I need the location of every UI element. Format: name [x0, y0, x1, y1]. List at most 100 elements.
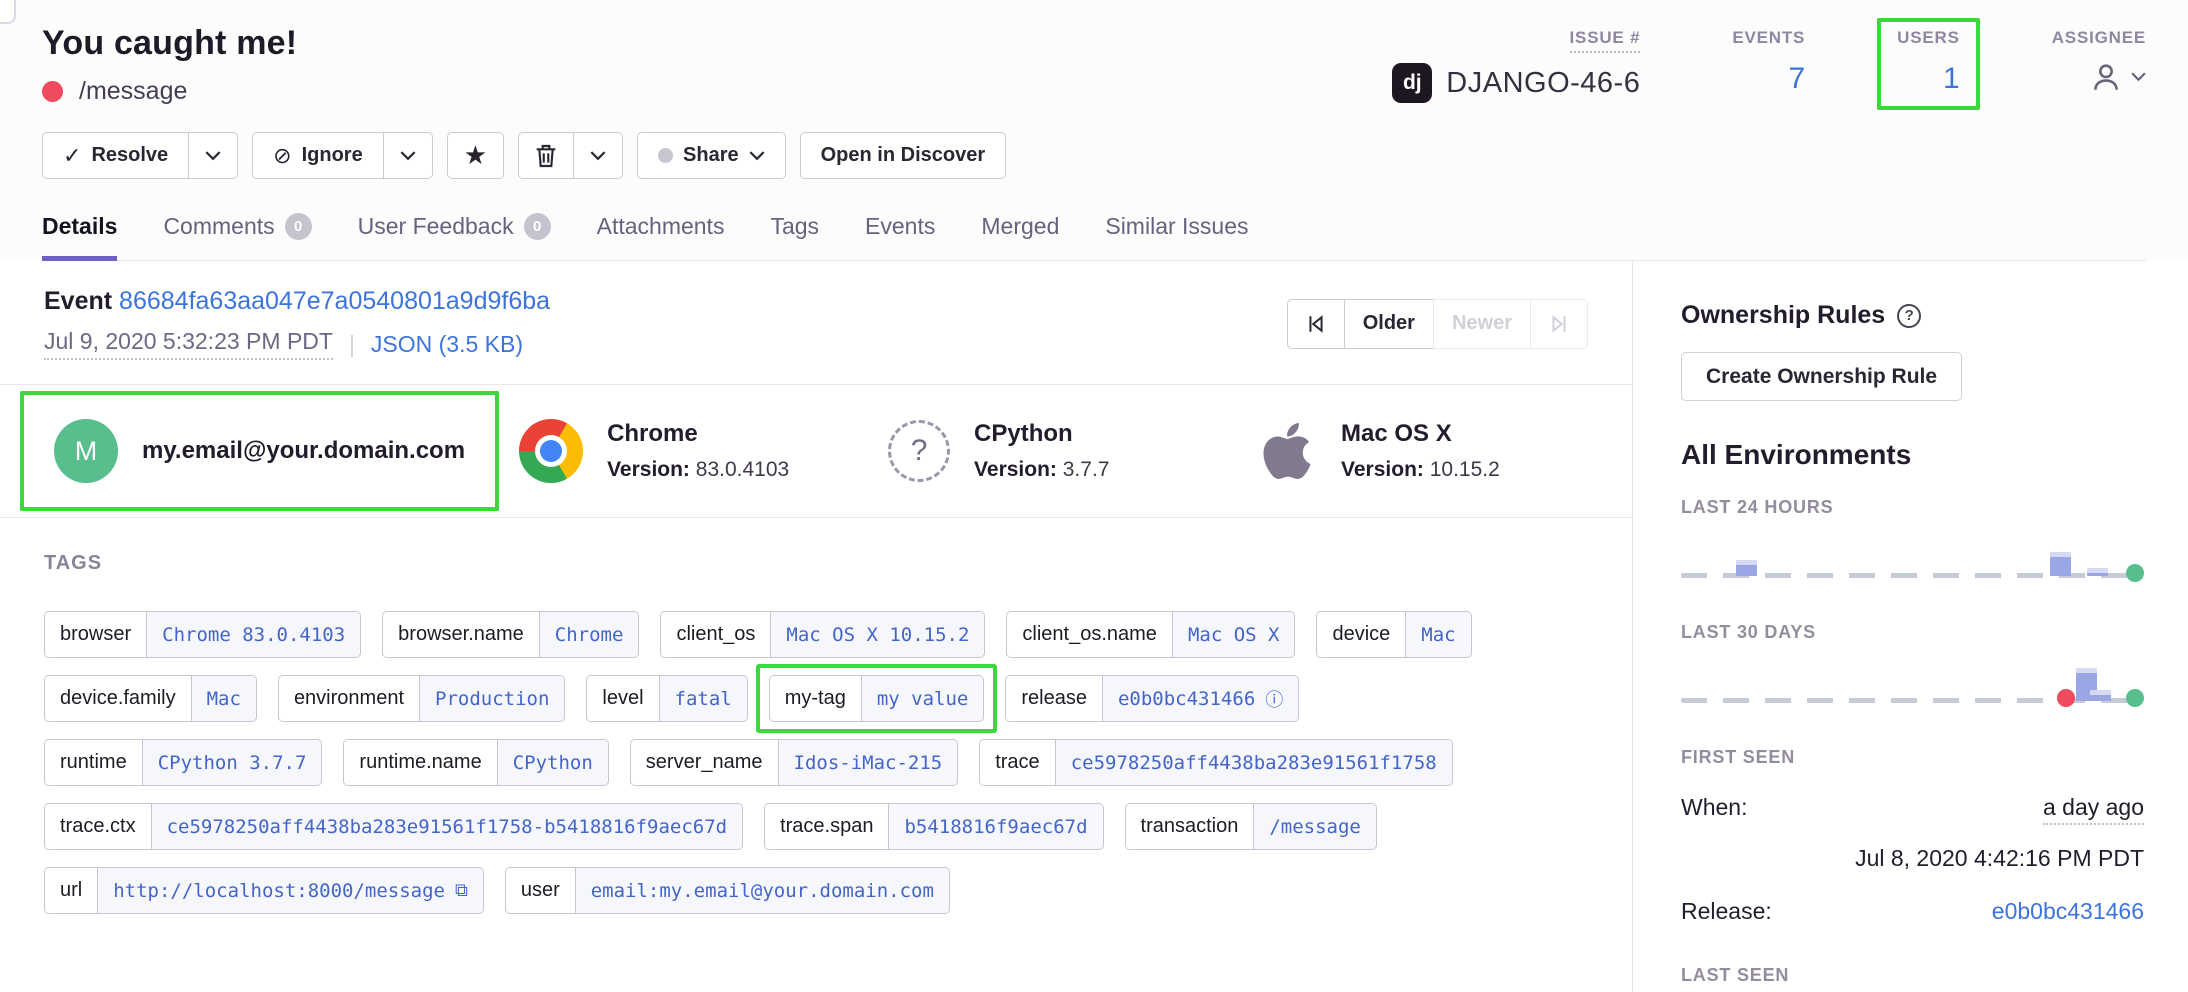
bookmark-star-button[interactable]: ★ — [447, 132, 504, 179]
tag-value-link[interactable]: CPython — [497, 740, 608, 785]
last-30-days-label: LAST 30 DAYS — [1681, 622, 2144, 643]
chevron-down-icon — [400, 151, 416, 161]
tag-value-link[interactable]: CPython 3.7.7 — [142, 740, 322, 785]
raw-json-link[interactable]: JSON (3.5 KB) — [371, 331, 523, 358]
issue-short-id: DJANGO-46-6 — [1446, 67, 1640, 100]
issue-header: You caught me! /message ISSUE # dj DJANG… — [0, 0, 2188, 261]
tag-value-link[interactable]: Mac OS X — [1172, 612, 1295, 657]
older-event-button[interactable]: Older — [1344, 299, 1434, 349]
tag-pill-my-tag: my-tagmy value — [769, 675, 985, 722]
skip-to-first-icon — [1306, 314, 1326, 334]
tag-value-link[interactable]: e0b0bc431466ⓘ — [1102, 676, 1298, 721]
tag-value-link[interactable]: ce5978250aff4438ba283e91561f1758-b541881… — [151, 804, 743, 849]
delete-dropdown-button[interactable] — [574, 132, 623, 179]
tag-row: trace.ctxce5978250aff4438ba283e91561f175… — [44, 803, 1588, 850]
tag-value-link[interactable]: /message — [1253, 804, 1376, 849]
tab-merged[interactable]: Merged — [981, 213, 1059, 261]
tag-value-link[interactable]: Mac — [191, 676, 256, 721]
tag-value-link[interactable]: email:my.email@your.domain.com — [575, 868, 949, 913]
external-link-icon[interactable]: ⧉ — [455, 880, 468, 901]
ignore-dropdown-button[interactable] — [384, 132, 433, 179]
divider: | — [349, 331, 355, 358]
user-avatar: M — [54, 419, 118, 483]
environments-heading: All Environments — [1681, 439, 2144, 471]
event-timestamp: Jul 9, 2020 5:32:23 PM PDT — [44, 328, 333, 360]
tag-value-link[interactable]: fatal — [659, 676, 747, 721]
tag-pill-browser.name: browser.nameChrome — [382, 611, 639, 658]
latest-event-marker-dot — [2126, 689, 2144, 707]
tab-similar-issues[interactable]: Similar Issues — [1105, 213, 1248, 261]
info-icon[interactable]: ⓘ — [1265, 686, 1283, 712]
tag-pill-device: deviceMac — [1316, 611, 1471, 658]
share-button[interactable]: Share — [637, 132, 786, 179]
tab-attachments[interactable]: Attachments — [597, 213, 725, 261]
resolve-button[interactable]: ✓ Resolve — [42, 132, 189, 179]
tag-pill-runtime: runtimeCPython 3.7.7 — [44, 739, 322, 786]
newer-event-button[interactable]: Newer — [1433, 299, 1531, 349]
apple-logo-icon — [1257, 419, 1317, 483]
tab-details[interactable]: Details — [42, 213, 117, 261]
create-ownership-rule-button[interactable]: Create Ownership Rule — [1681, 352, 1962, 401]
context-card-text: CPythonVersion: 3.7.7 — [974, 420, 1109, 482]
context-card-my-email-your-domain-com: Mmy.email@your.domain.com — [44, 419, 475, 483]
chevron-down-icon — [590, 151, 606, 161]
tag-value-link[interactable]: Mac — [1405, 612, 1470, 657]
tag-value-link[interactable]: my value — [861, 676, 984, 721]
tag-pill-trace.span: trace.spanb5418816f9aec67d — [764, 803, 1103, 850]
tag-key: browser — [45, 612, 146, 657]
assignee-person-icon — [2089, 60, 2123, 94]
event-id-link[interactable]: 86684fa63aa047e7a0540801a9d9f6ba — [119, 287, 550, 315]
tag-value-link[interactable]: Chrome — [539, 612, 639, 657]
events-count-link[interactable]: 7 — [1788, 62, 1805, 96]
resolve-dropdown-button[interactable] — [189, 132, 238, 179]
event-context-summary: Mmy.email@your.domain.comChromeVersion: … — [0, 385, 1632, 518]
context-card-title: CPython — [974, 420, 1109, 448]
event-count-bar — [2050, 552, 2071, 576]
tag-value-link[interactable]: Idos-iMac-215 — [778, 740, 958, 785]
tab-label: Similar Issues — [1105, 213, 1248, 240]
assignee-dropdown[interactable] — [2089, 60, 2146, 94]
first-seen-absolute-time: Jul 8, 2020 4:42:16 PM PDT — [1681, 845, 2144, 872]
context-card-mac-os-x: Mac OS XVersion: 10.15.2 — [1247, 419, 1606, 483]
tag-value-link[interactable]: http://localhost:8000/message⧉ — [97, 868, 483, 913]
tag-value-link[interactable]: Chrome 83.0.4103 — [146, 612, 360, 657]
tab-label: Attachments — [597, 213, 725, 240]
delete-button[interactable] — [518, 132, 574, 179]
tag-row: urlhttp://localhost:8000/message⧉userema… — [44, 867, 1588, 914]
tab-count-badge: 0 — [285, 213, 312, 240]
users-count-link[interactable]: 1 — [1943, 62, 1960, 96]
ignore-button[interactable]: ⊘ Ignore — [252, 132, 384, 179]
last-seen-heading: LAST SEEN — [1681, 965, 2144, 986]
stat-issue-number: ISSUE # dj DJANGO-46-6 — [1392, 28, 1640, 103]
tag-key: trace.ctx — [45, 804, 151, 849]
share-status-dot — [658, 148, 673, 163]
tab-tags[interactable]: Tags — [770, 213, 819, 261]
tag-value-link[interactable]: ce5978250aff4438ba283e91561f1758 — [1055, 740, 1452, 785]
first-seen-release-label: Release: — [1681, 898, 1772, 925]
tab-user-feedback[interactable]: User Feedback0 — [358, 213, 551, 261]
tab-events[interactable]: Events — [865, 213, 935, 261]
tag-pill-transaction: transaction/message — [1125, 803, 1377, 850]
issue-toolbar: ✓ Resolve ⊘ Ignore ★ — [42, 132, 2146, 179]
last-24-hours-sparkline[interactable] — [1681, 532, 2144, 596]
oldest-event-button[interactable] — [1287, 299, 1345, 349]
context-card-title: Mac OS X — [1341, 420, 1500, 448]
tab-label: Events — [865, 213, 935, 240]
tag-value-link[interactable]: Production — [419, 676, 564, 721]
first-seen-when-label: When: — [1681, 794, 1747, 821]
help-question-icon[interactable]: ? — [1897, 304, 1921, 328]
chevron-down-icon — [205, 151, 221, 161]
tag-key: device.family — [45, 676, 191, 721]
first-seen-release-link[interactable]: e0b0bc431466 — [1992, 898, 2144, 925]
last-30-days-sparkline[interactable] — [1681, 657, 2144, 721]
tab-label: Comments — [163, 213, 274, 240]
tab-comments[interactable]: Comments 0 — [163, 213, 311, 261]
tag-key: trace.span — [765, 804, 888, 849]
my-tag-highlight-box: my-tagmy value — [756, 664, 998, 733]
tag-key: user — [506, 868, 575, 913]
skip-to-latest-button[interactable] — [1530, 299, 1588, 349]
tag-value-link[interactable]: Mac OS X 10.15.2 — [770, 612, 984, 657]
stat-assignee: ASSIGNEE — [2052, 28, 2146, 94]
tag-value-link[interactable]: b5418816f9aec67d — [888, 804, 1102, 849]
open-in-discover-button[interactable]: Open in Discover — [800, 132, 1007, 179]
